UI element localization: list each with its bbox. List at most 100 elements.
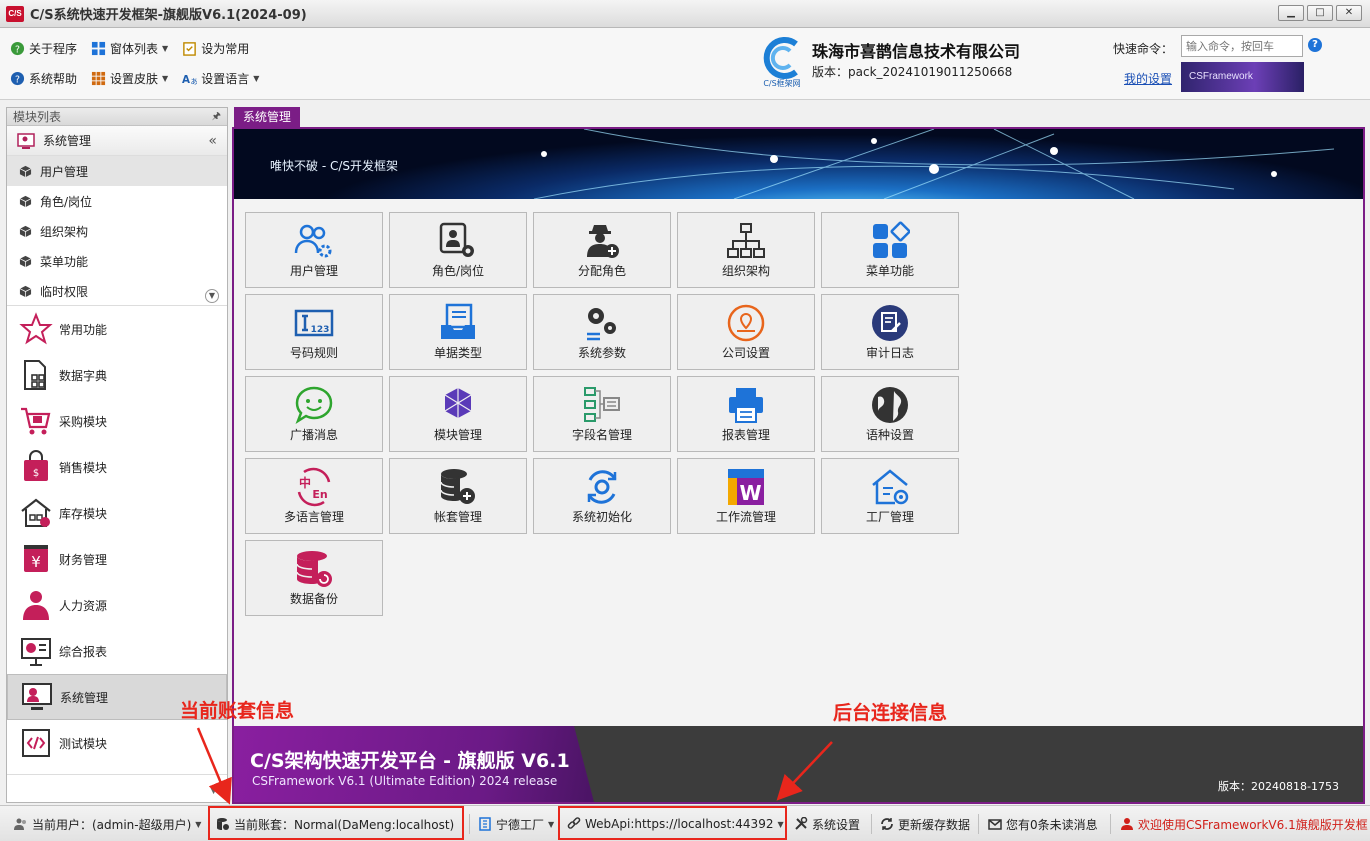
sub-item-role-position[interactable]: 角色/岗位 (7, 186, 227, 216)
set-favorite-label: 设为常用 (201, 40, 249, 57)
tile-assign-role[interactable]: 分配角色 (533, 212, 671, 288)
maximize-button[interactable]: □ (1307, 5, 1333, 21)
tile-label: 分配角色 (534, 262, 670, 279)
tile-workflow-management[interactable]: W 工作流管理 (677, 458, 815, 534)
svg-text:¥: ¥ (31, 553, 41, 571)
zh-en-icon: 中En (294, 467, 334, 507)
tile-label: 系统初始化 (534, 508, 670, 525)
svg-text:$: $ (33, 468, 39, 479)
tile-system-init[interactable]: 系统初始化 (533, 458, 671, 534)
globe-icon (870, 385, 910, 425)
nav-item-label: 库存模块 (59, 505, 107, 522)
system-settings-button[interactable]: 系统设置 (794, 806, 860, 841)
tile-role-position[interactable]: 角色/岗位 (389, 212, 527, 288)
set-skin-menu[interactable]: 设置皮肤▼ (91, 70, 168, 87)
tile-organization[interactable]: 组织架构 (677, 212, 815, 288)
tile-field-name-management[interactable]: 字段名管理 (533, 376, 671, 452)
account-highlight-box (208, 806, 464, 840)
tile-multilanguage[interactable]: 中En 多语言管理 (245, 458, 383, 534)
tile-company-settings[interactable]: 公司设置 (677, 294, 815, 370)
nav-item-reports[interactable]: 综合报表 (7, 628, 227, 674)
about-program-button[interactable]: ? 关于程序 (10, 40, 77, 57)
help-icon[interactable]: ? (1308, 38, 1322, 52)
tile-report-management[interactable]: 报表管理 (677, 376, 815, 452)
workflow-w-icon: W (726, 467, 766, 507)
tile-audit-log[interactable]: 审计日志 (821, 294, 959, 370)
sub-item-organization[interactable]: 组织架构 (7, 216, 227, 246)
tile-language-settings[interactable]: 语种设置 (821, 376, 959, 452)
dictionary-icon (19, 358, 53, 392)
close-button[interactable]: ✕ (1336, 5, 1362, 21)
sub-item-label: 用户管理 (40, 163, 88, 180)
sub-item-list: 用户管理 角色/岗位 组织架构 菜单功能 临时权限 ▼ (7, 156, 227, 306)
tile-factory-management[interactable]: 工厂管理 (821, 458, 959, 534)
sub-item-temp-permission[interactable]: 临时权限 (7, 276, 227, 306)
sub-item-menu-function[interactable]: 菜单功能 (7, 246, 227, 276)
tile-number-rules[interactable]: 123 号码规则 (245, 294, 383, 370)
tile-document-type[interactable]: 单据类型 (389, 294, 527, 370)
set-language-menu[interactable]: Aあ 设置语言▼ (182, 70, 259, 87)
code-icon (19, 726, 53, 760)
user-red-icon (1120, 817, 1134, 831)
welcome-message: 欢迎使用CSFrameworkV6.1旗舰版开发框 (1120, 806, 1368, 841)
refresh-cache-button[interactable]: 更新缓存数据 (880, 806, 970, 841)
footer-banner: C/S架构快速开发平台 - 旗舰版 V6.1 CSFramework V6.1 … (234, 726, 1363, 802)
house-settings-icon (870, 467, 910, 507)
factory-menu[interactable]: 宁德工厂▼ (478, 806, 554, 841)
cube-icon (19, 195, 32, 208)
tile-account-set-management[interactable]: 帐套管理 (389, 458, 527, 534)
status-bar: 当前用户：(admin-超级用户)▼ 当前账套：Normal(DaMeng:lo… (0, 805, 1370, 841)
tile-system-params[interactable]: 系统参数 (533, 294, 671, 370)
messages-text: 您有0条未读消息 (1006, 816, 1098, 833)
nav-item-hr[interactable]: 人力资源 (7, 582, 227, 628)
tile-label: 审计日志 (822, 344, 958, 361)
pin-icon[interactable]: 🖈 (212, 108, 221, 126)
group-system-management[interactable]: 系统管理 « (7, 126, 227, 156)
tile-user-management[interactable]: 用户管理 (245, 212, 383, 288)
chevron-down-icon[interactable]: ▼ (210, 786, 217, 796)
app-grid-icon (870, 221, 910, 261)
footer-version: 版本：20240818-1753 (1218, 778, 1339, 794)
tile-module-management[interactable]: 模块管理 (389, 376, 527, 452)
system-help-button[interactable]: ? 系统帮助 (10, 70, 77, 87)
nav-item-data-dictionary[interactable]: 数据字典 (7, 352, 227, 398)
nav-item-label: 数据字典 (59, 367, 107, 384)
minimize-button[interactable]: ▁ (1278, 5, 1304, 21)
status-separator (1110, 814, 1111, 834)
tab-system-management[interactable]: 系统管理 (234, 107, 300, 128)
banner-slogan: 唯快不破 - C/S开发框架 (270, 157, 398, 174)
window-list-menu[interactable]: 窗体列表▼ (91, 40, 168, 57)
chevron-down-icon: ▼ (162, 44, 168, 53)
nav-item-inventory[interactable]: 库存模块 (7, 490, 227, 536)
current-user-menu[interactable]: 当前用户：(admin-超级用户)▼ (14, 806, 201, 841)
number-rule-icon: 123 (294, 303, 334, 343)
quick-command-input[interactable] (1181, 35, 1303, 57)
my-settings-link[interactable]: 我的设置 (1124, 70, 1172, 87)
svg-text:あ: あ (191, 77, 198, 86)
tile-label: 号码规则 (246, 344, 382, 361)
messages-button[interactable]: 您有0条未读消息 (988, 806, 1098, 841)
agent-add-icon (582, 221, 622, 261)
warehouse-icon (19, 496, 53, 530)
nav-item-test-module[interactable]: 测试模块 (7, 720, 227, 766)
database-backup-icon (294, 549, 334, 589)
nav-item-sales[interactable]: $ 销售模块 (7, 444, 227, 490)
users-icon (14, 817, 28, 831)
tile-label: 组织架构 (678, 262, 814, 279)
collapse-icon[interactable]: « (208, 133, 217, 149)
scroll-down-icon[interactable]: ▼ (205, 289, 219, 303)
tile-label: 工厂管理 (822, 508, 958, 525)
tile-label: 多语言管理 (246, 508, 382, 525)
set-favorite-button[interactable]: 设为常用 (182, 40, 249, 57)
company-name: 珠海市喜鹊信息技术有限公司 (812, 38, 1020, 62)
tile-menu-function[interactable]: 菜单功能 (821, 212, 959, 288)
nav-item-finance[interactable]: ¥ 财务管理 (7, 536, 227, 582)
tile-broadcast[interactable]: 广播消息 (245, 376, 383, 452)
module-list-header: 模块列表 🖈 (7, 108, 227, 126)
company-logo: C/S框架网 (756, 34, 808, 88)
tile-data-backup[interactable]: 数据备份 (245, 540, 383, 616)
nav-item-purchase[interactable]: 采购模块 (7, 398, 227, 444)
nav-item-common-functions[interactable]: 常用功能 (7, 306, 227, 352)
gears-icon (582, 303, 622, 343)
sub-item-user-management[interactable]: 用户管理 (7, 156, 227, 186)
